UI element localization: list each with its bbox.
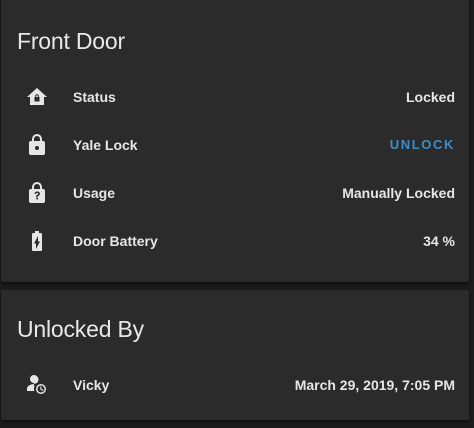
entity-row-unlocked-by[interactable]: Vicky March 29, 2019, 7:05 PM <box>1 365 469 405</box>
unlocked-by-card: Unlocked By Vicky March 29, 2019, 7:05 P… <box>1 290 469 420</box>
unlocked-by-timestamp: March 29, 2019, 7:05 PM <box>294 377 455 393</box>
card-title: Unlocked By <box>17 316 144 342</box>
entity-row-usage[interactable]: Usage Manually Locked <box>1 173 469 213</box>
battery-charging-icon <box>25 229 49 253</box>
unlocked-by-name: Vicky <box>73 377 110 393</box>
usage-label: Usage <box>73 185 116 201</box>
front-door-card: Front Door Status Locked Yale Lock UNLOC… <box>1 0 469 282</box>
card-title: Front Door <box>17 28 125 54</box>
yale-lock-label: Yale Lock <box>73 137 138 153</box>
entity-row-door-battery[interactable]: Door Battery 34 % <box>1 221 469 261</box>
entity-row-status[interactable]: Status Locked <box>1 77 469 117</box>
account-clock-icon <box>25 373 49 397</box>
door-battery-value: 34 % <box>423 233 455 249</box>
unlock-button[interactable]: UNLOCK <box>390 137 455 152</box>
status-value: Locked <box>405 89 455 105</box>
home-lock-icon <box>25 85 49 109</box>
lock-question-icon <box>25 181 49 205</box>
entity-row-yale-lock[interactable]: Yale Lock UNLOCK <box>1 125 469 165</box>
usage-value: Manually Locked <box>342 185 455 201</box>
lock-icon <box>25 133 49 157</box>
door-battery-label: Door Battery <box>73 233 158 249</box>
status-label: Status <box>73 89 116 105</box>
